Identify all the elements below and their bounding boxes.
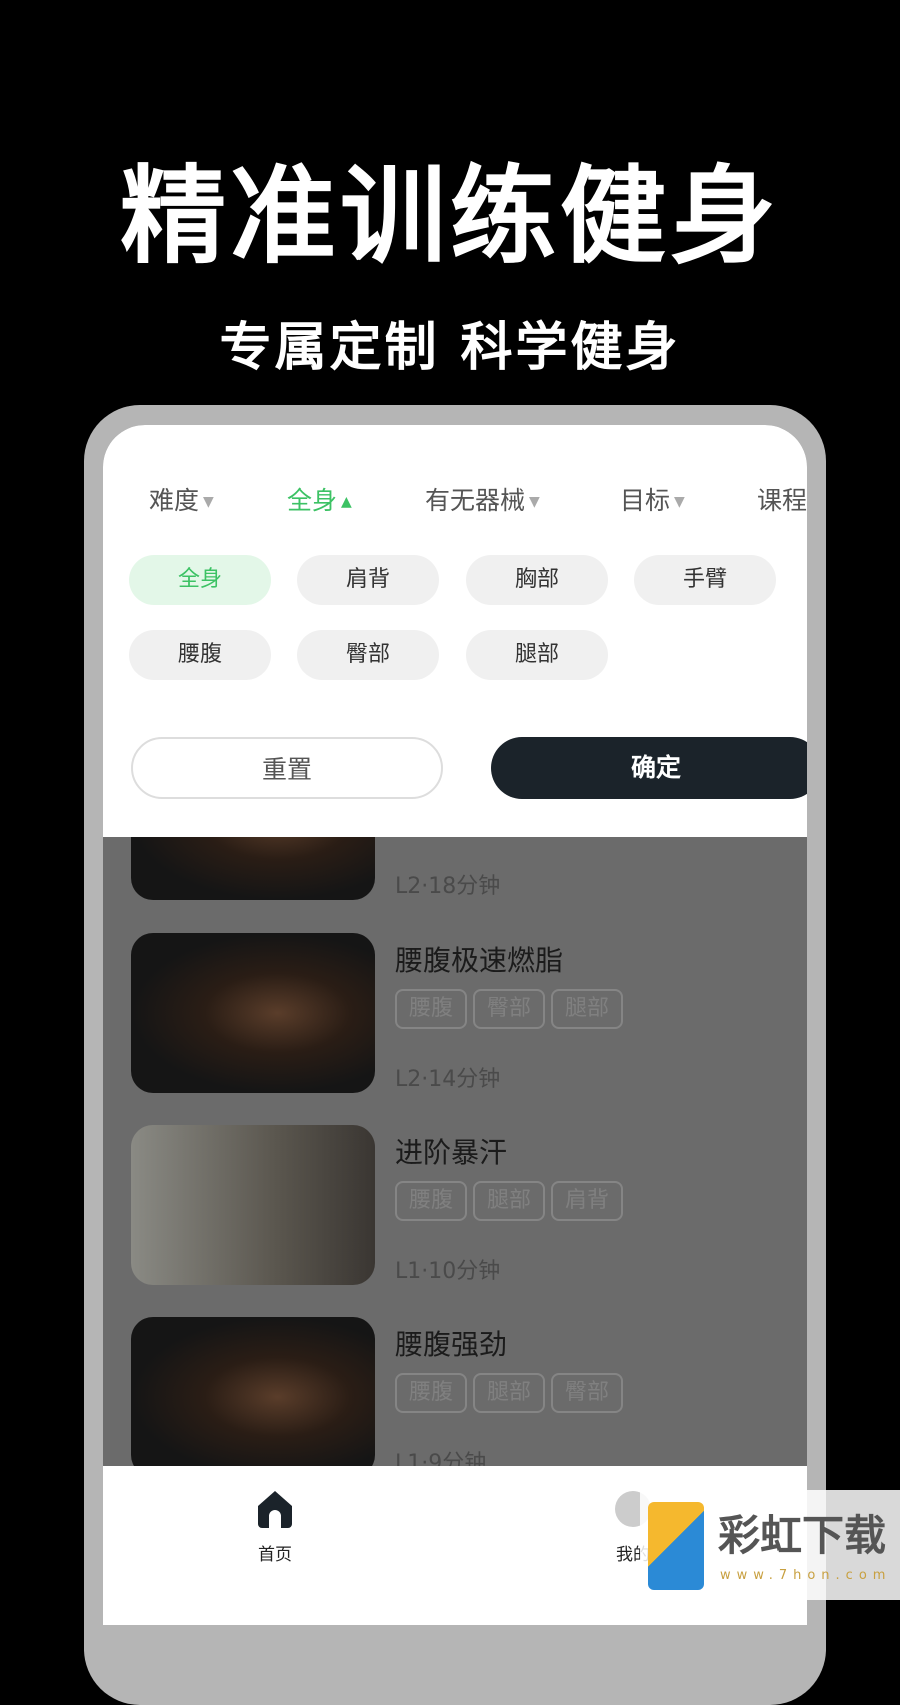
chip-glutes[interactable]: 臀部	[297, 630, 439, 680]
chip-waist-abs[interactable]: 腰腹	[129, 630, 271, 680]
tag: 肩背	[551, 1181, 623, 1221]
tag: 腰腹	[395, 1181, 467, 1221]
tag: 腿部	[473, 1181, 545, 1221]
list-item[interactable]: 腰腹强劲 腰腹 腿部 臀部 L1·9分钟	[131, 1317, 791, 1477]
tag: 臀部	[473, 989, 545, 1029]
subheadline: 专属定制 科学健身	[219, 318, 681, 378]
filter-tabs: 难度 ▼ 全身 ▲ 有无器械 ▼ 目标 ▼ 课程	[103, 473, 807, 523]
watermark: 彩虹下载 www.7hon.com	[640, 1490, 900, 1600]
tag: 腿部	[551, 989, 623, 1029]
workout-meta: L1·10分钟	[395, 1259, 501, 1284]
chip-chest[interactable]: 胸部	[466, 555, 608, 605]
confirm-button[interactable]: 确定	[491, 737, 807, 799]
workout-thumbnail	[131, 933, 375, 1093]
headline: 精准训练健身	[120, 155, 780, 278]
workout-meta: L2·18分钟	[395, 874, 501, 899]
chip-full-body[interactable]: 全身	[129, 555, 271, 605]
chip-arm[interactable]: 手臂	[634, 555, 776, 605]
tag: 腰腹	[395, 1373, 467, 1413]
workout-thumbnail	[131, 1317, 375, 1477]
workout-meta: L2·14分钟	[395, 1067, 501, 1092]
reset-button[interactable]: 重置	[131, 737, 443, 799]
tab-goal[interactable]: 目标 ▼	[620, 481, 685, 517]
tag: 腿部	[473, 1373, 545, 1413]
watermark-logo-icon	[648, 1502, 704, 1590]
list-item[interactable]: 进阶暴汗 腰腹 腿部 肩背 L1·10分钟	[131, 1125, 791, 1285]
chip-legs[interactable]: 腿部	[466, 630, 608, 680]
tab-equipment[interactable]: 有无器械 ▼	[425, 481, 540, 517]
caret-down-icon: ▼	[674, 494, 685, 510]
nav-home[interactable]: 首页	[235, 1488, 315, 1565]
tab-difficulty[interactable]: 难度 ▼	[149, 481, 214, 517]
workout-title: 腰腹极速燃脂	[395, 944, 564, 977]
caret-down-icon: ▼	[203, 494, 214, 510]
tag: 腰腹	[395, 989, 467, 1029]
home-icon	[258, 1491, 292, 1528]
chip-shoulder-back[interactable]: 肩背	[297, 555, 439, 605]
tab-body-part[interactable]: 全身 ▲	[287, 481, 352, 517]
tag: 臀部	[551, 1373, 623, 1413]
list-item[interactable]: 腰腹极速燃脂 腰腹 臀部 腿部 L2·14分钟	[131, 933, 791, 1093]
tab-course[interactable]: 课程	[757, 481, 807, 517]
workout-thumbnail	[131, 1125, 375, 1285]
phone-screen: 难度 ▼ 全身 ▲ 有无器械 ▼ 目标 ▼ 课程 全身 肩背 胸部 手臂 腰腹 臀部 腿…	[103, 425, 807, 1625]
caret-down-icon: ▼	[529, 494, 540, 510]
workout-title: 腰腹强劲	[395, 1328, 508, 1361]
workout-title: 进阶暴汗	[395, 1136, 508, 1169]
filter-panel: 难度 ▼ 全身 ▲ 有无器械 ▼ 目标 ▼ 课程 全身 肩背 胸部 手臂 腰腹 臀部 腿…	[103, 425, 807, 837]
caret-up-icon: ▲	[341, 494, 352, 510]
